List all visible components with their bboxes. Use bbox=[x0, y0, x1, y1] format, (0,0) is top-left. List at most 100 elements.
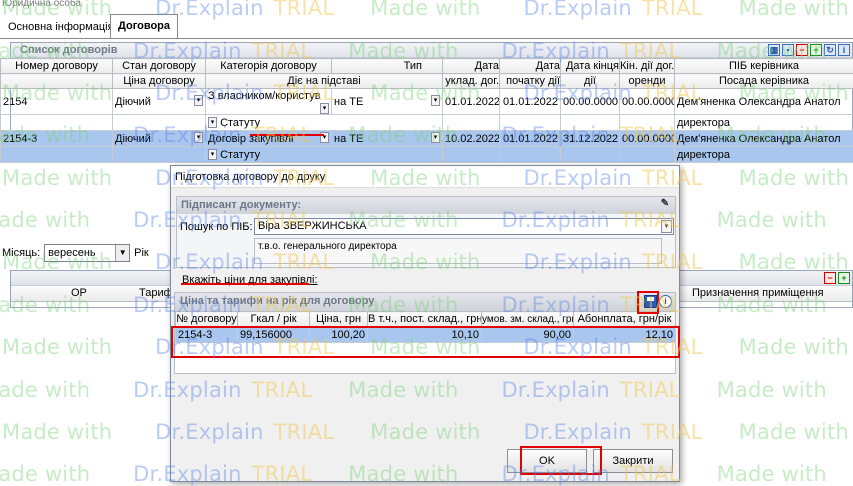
col-blank bbox=[0, 73, 113, 89]
cell-date-end[interactable]: 31.12.2022 bbox=[560, 130, 620, 147]
cell-gcal[interactable]: 99,156000 bbox=[237, 326, 310, 343]
save-icon[interactable]: ▪ bbox=[782, 44, 794, 56]
category-text: З власником/користув bbox=[208, 90, 321, 102]
dropdown-icon[interactable]: ▾ bbox=[194, 131, 203, 143]
cell-basis[interactable]: ▾ Статуту bbox=[205, 114, 443, 131]
col-manager[interactable]: ПІБ керівника bbox=[674, 58, 853, 74]
prices-panel: Ціна та тарифи на рік для договору i № д… bbox=[174, 292, 676, 374]
cell-contract[interactable]: 2154-3 bbox=[175, 326, 238, 343]
tab-basic-info[interactable]: Основна інформація bbox=[2, 18, 120, 38]
cell-date-end[interactable]: 00.00.0000 bbox=[560, 88, 620, 115]
cell-lease-end[interactable]: 00.00.0000 bbox=[619, 130, 675, 147]
type-text: на ТЕ bbox=[334, 132, 364, 145]
col-basis[interactable]: Діє на підставі bbox=[205, 73, 443, 89]
cell-type[interactable]: на ТЕ ▾ bbox=[331, 88, 443, 115]
cell-category[interactable]: Договір закупівлі ▾ bbox=[205, 130, 332, 147]
cell-date-signed[interactable]: 01.01.2022 bbox=[442, 88, 500, 115]
col-variable-part[interactable]: умов. зм. склад., грн bbox=[481, 311, 574, 327]
info-icon[interactable]: i bbox=[659, 295, 672, 308]
cell-variable[interactable]: 90,00 bbox=[481, 326, 574, 343]
cell-date-signed[interactable]: 10.02.2022 bbox=[442, 130, 500, 147]
watermark-made: Made with bbox=[0, 378, 91, 402]
month-row: Місяць: вересень ▼ Рік bbox=[2, 244, 149, 262]
dropdown-icon[interactable]: ▾ bbox=[208, 117, 217, 129]
signer-search-value: Віра ЗВЕРЖИНСЬКА bbox=[258, 220, 367, 232]
col-price[interactable]: Ціна договору bbox=[112, 73, 206, 89]
watermark-made: Made with bbox=[2, 420, 120, 444]
table-row-sub[interactable]: ▾ Статуту директора bbox=[0, 146, 853, 163]
cell-type[interactable]: на ТЕ ▾ bbox=[331, 130, 443, 147]
col-lease-end[interactable]: Кін. дії дог. bbox=[619, 58, 675, 74]
add-icon[interactable]: + bbox=[838, 272, 850, 284]
delete-icon[interactable]: − bbox=[796, 44, 808, 56]
col-tariff[interactable]: Тариф bbox=[139, 287, 173, 299]
table-row[interactable]: 2154-3 Діючий ▾ Договір закупівлі ▾ на ТЕ ▾… bbox=[0, 130, 853, 147]
cell-price[interactable]: 100,20 bbox=[309, 326, 368, 343]
contracts-toolbar: ▦ ▪ − + ↻ i bbox=[768, 44, 850, 56]
cell-position[interactable]: директора bbox=[674, 146, 853, 163]
grid-view-icon[interactable]: ▦ bbox=[768, 44, 780, 56]
col-position[interactable]: Посада керівника bbox=[674, 73, 853, 89]
add-icon[interactable]: + bbox=[810, 44, 822, 56]
month-select[interactable]: вересень ▼ bbox=[44, 244, 131, 262]
dropdown-icon[interactable]: ▾ bbox=[661, 220, 672, 233]
col-fixed-part[interactable]: В т.ч., пост. склад., грн bbox=[367, 311, 482, 327]
col-type[interactable]: Тип bbox=[331, 58, 443, 74]
prices-header-row: № договору Гкал / рік Ціна, грн В т.ч., … bbox=[175, 311, 676, 327]
dropdown-icon[interactable]: ▾ bbox=[208, 149, 217, 161]
cell-status[interactable]: Діючий ▾ bbox=[112, 130, 206, 147]
signer-section-header: Підписант документу: ✎ bbox=[177, 197, 675, 214]
cell-manager[interactable]: Дем'яненка Олександра Анатол bbox=[674, 88, 853, 115]
cell-fee[interactable]: 12,10 bbox=[573, 326, 676, 343]
cell-number[interactable]: 2154-3 bbox=[0, 130, 113, 147]
watermark-made: Made with bbox=[738, 166, 853, 190]
cell-category[interactable]: З власником/користув ▾ bbox=[205, 88, 332, 115]
dropdown-icon[interactable]: ▾ bbox=[194, 94, 203, 106]
dropdown-icon[interactable]: ▾ bbox=[431, 131, 440, 143]
dropdown-icon[interactable]: ▾ bbox=[320, 103, 329, 114]
dialog-buttons: OK Закрити bbox=[507, 449, 673, 473]
close-button[interactable]: Закрити bbox=[593, 449, 673, 473]
col-price-uah[interactable]: Ціна, грн bbox=[309, 311, 368, 327]
search-label: Пошук по ПІБ: bbox=[180, 221, 253, 233]
col-purpose[interactable]: Призначення приміщення bbox=[692, 287, 824, 299]
dropdown-icon[interactable]: ▾ bbox=[320, 131, 329, 143]
cell-status[interactable]: Діючий ▾ bbox=[112, 88, 206, 115]
signer-search-input[interactable]: Віра ЗВЕРЖИНСЬКА ▾ bbox=[254, 218, 674, 235]
watermark-made: Made with bbox=[738, 420, 853, 444]
delete-icon[interactable]: − bbox=[824, 272, 836, 284]
col-number[interactable]: Номер договору bbox=[0, 58, 113, 74]
prices-label: Вкажіть ціни для закупівлі: bbox=[182, 274, 318, 286]
col-date-signed[interactable]: Дата bbox=[442, 58, 500, 74]
cell-position[interactable]: директора bbox=[674, 114, 853, 131]
refresh-icon[interactable]: ↻ bbox=[824, 44, 836, 56]
month-value: вересень bbox=[48, 247, 96, 259]
signer-position-field[interactable]: т.в.о. генерального директора bbox=[254, 238, 662, 264]
save-icon[interactable] bbox=[644, 295, 657, 308]
dropdown-icon[interactable]: ▾ bbox=[431, 94, 440, 106]
cell-fixed[interactable]: 10,10 bbox=[367, 326, 482, 343]
cell-basis[interactable]: ▾ Статуту bbox=[205, 146, 443, 163]
edit-icon[interactable]: ✎ bbox=[658, 198, 672, 211]
chevron-down-icon[interactable]: ▼ bbox=[115, 245, 130, 261]
col-category[interactable]: Категорія договору bbox=[205, 58, 332, 74]
tab-contracts[interactable]: Договора bbox=[110, 14, 179, 38]
signer-section-title: Підписант документу: bbox=[181, 199, 302, 211]
cell-number[interactable]: 2154 bbox=[0, 88, 113, 115]
table-row[interactable]: 2154 Діючий ▾ З власником/користув ▾ на ТЕ… bbox=[0, 88, 853, 115]
cell-date-start[interactable]: 01.01.2022 bbox=[499, 88, 561, 115]
col-subscription-fee[interactable]: Абонплата, грн/рік bbox=[573, 311, 676, 327]
table-row[interactable]: 2154-3 99,156000 100,20 10,10 90,00 12,1… bbox=[175, 326, 676, 343]
col-gcal[interactable]: Гкал / рік bbox=[237, 311, 310, 327]
cell-lease-end[interactable]: 00.00.0000 bbox=[619, 88, 675, 115]
col-contract-number[interactable]: № договору bbox=[175, 311, 238, 327]
col-date-end[interactable]: Дата кінця bbox=[560, 58, 620, 74]
cell-manager[interactable]: Дем'яненка Олександра Анатол bbox=[674, 130, 853, 147]
table-row-sub[interactable]: ▾ Статуту директора bbox=[0, 114, 853, 131]
col-date-start[interactable]: Дата bbox=[499, 58, 561, 74]
cell-date-start[interactable]: 01.01.2022 bbox=[499, 130, 561, 147]
col-op[interactable]: ОР bbox=[71, 287, 87, 299]
col-status[interactable]: Стан договору bbox=[112, 58, 206, 74]
info-icon[interactable]: i bbox=[838, 44, 850, 56]
ok-button[interactable]: OK bbox=[507, 449, 587, 473]
